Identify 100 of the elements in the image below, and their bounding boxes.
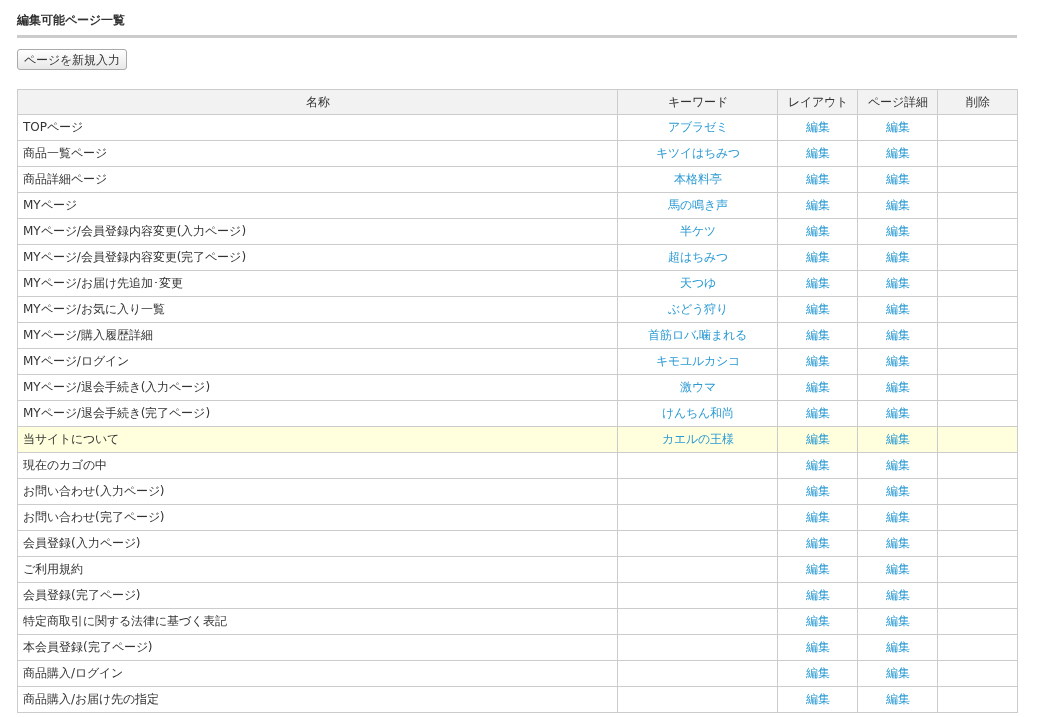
column-header: 名称 [17,89,618,115]
detail-edit-link[interactable]: 編集 [885,250,910,264]
table-row[interactable]: TOPページ アブラゼミ 編集 編集 [17,114,1018,141]
keyword-link[interactable]: ぶどう狩り [667,302,728,316]
detail-edit-link[interactable]: 編集 [885,354,910,368]
layout-edit-link[interactable]: 編集 [805,640,830,654]
page-name-cell: 当サイトについて [17,426,618,453]
page-title: 編集可能ページ一覧 [17,10,1017,38]
detail-edit-link[interactable]: 編集 [885,536,910,550]
page-name-cell: MYページ/退会手続き(完了ページ) [17,400,618,427]
page-name-cell: MYページ/会員登録内容変更(完了ページ) [17,244,618,271]
table-row[interactable]: MYページ/お気に入り一覧 ぶどう狩り 編集 編集 [17,296,1018,323]
table-row[interactable]: 商品一覧ページ キツイはちみつ 編集 編集 [17,140,1018,167]
page-name-cell: MYページ/お気に入り一覧 [17,296,618,323]
page-name-cell: MYページ/ログイン [17,348,618,375]
table-row[interactable]: 商品購入/お届け先の指定 編集 編集 [17,686,1018,713]
detail-edit-link[interactable]: 編集 [885,666,910,680]
layout-edit-link[interactable]: 編集 [805,328,830,342]
layout-edit-link[interactable]: 編集 [805,198,830,212]
keyword-link[interactable]: 激ウマ [679,380,716,394]
column-header: 削除 [937,89,1018,115]
layout-edit-link[interactable]: 編集 [805,120,830,134]
layout-edit-link[interactable]: 編集 [805,536,830,550]
layout-edit-link[interactable]: 編集 [805,250,830,264]
detail-edit-link[interactable]: 編集 [885,146,910,160]
keyword-link[interactable]: アブラゼミ [667,120,728,134]
new-page-button[interactable]: ページを新規入力 [17,49,127,70]
page-name-cell: 本会員登録(完了ページ) [17,634,618,661]
detail-edit-link[interactable]: 編集 [885,302,910,316]
layout-edit-link[interactable]: 編集 [805,406,830,420]
table-row[interactable]: MYページ/ログイン キモユルカシコ 編集 編集 [17,348,1018,375]
page-name-cell: TOPページ [17,114,618,141]
layout-edit-link[interactable]: 編集 [805,510,830,524]
table-row[interactable]: 特定商取引に関する法律に基づく表記 編集 編集 [17,608,1018,635]
table-row[interactable]: 当サイトについて カエルの王様 編集 編集 [17,426,1018,453]
detail-edit-link[interactable]: 編集 [885,614,910,628]
detail-edit-link[interactable]: 編集 [885,406,910,420]
page-name-cell: 会員登録(入力ページ) [17,530,618,557]
page-name-cell: 現在のカゴの中 [17,452,618,479]
table-row[interactable]: ご利用規約 編集 編集 [17,556,1018,583]
layout-edit-link[interactable]: 編集 [805,276,830,290]
table-row[interactable]: 本会員登録(完了ページ) 編集 編集 [17,634,1018,661]
table-row[interactable]: 商品詳細ページ 本格料亭 編集 編集 [17,166,1018,193]
layout-edit-link[interactable]: 編集 [805,484,830,498]
page-name-cell: お問い合わせ(入力ページ) [17,478,618,505]
keyword-link[interactable]: 半ケツ [679,224,716,238]
table-row[interactable]: 商品購入/ログイン 編集 編集 [17,660,1018,687]
page-name-cell: 特定商取引に関する法律に基づく表記 [17,608,618,635]
table-row[interactable]: MYページ/お届け先追加･変更 天つゆ 編集 編集 [17,270,1018,297]
table-row[interactable]: MYページ/退会手続き(入力ページ) 激ウマ 編集 編集 [17,374,1018,401]
detail-edit-link[interactable]: 編集 [885,432,910,446]
table-row[interactable]: MYページ/退会手続き(完了ページ) けんちん和尚 編集 編集 [17,400,1018,427]
layout-edit-link[interactable]: 編集 [805,432,830,446]
detail-edit-link[interactable]: 編集 [885,380,910,394]
page-name-cell: 商品購入/お届け先の指定 [17,686,618,713]
table-row[interactable]: 会員登録(入力ページ) 編集 編集 [17,530,1018,557]
page-name-cell: MYページ/退会手続き(入力ページ) [17,374,618,401]
detail-edit-link[interactable]: 編集 [885,120,910,134]
layout-edit-link[interactable]: 編集 [805,354,830,368]
keyword-link[interactable]: 天つゆ [679,276,716,290]
layout-edit-link[interactable]: 編集 [805,302,830,316]
table-row[interactable]: お問い合わせ(入力ページ) 編集 編集 [17,478,1018,505]
page-name-cell: MYページ/会員登録内容変更(入力ページ) [17,218,618,245]
keyword-link[interactable]: 本格料亭 [673,172,722,186]
table-row[interactable]: お問い合わせ(完了ページ) 編集 編集 [17,504,1018,531]
layout-edit-link[interactable]: 編集 [805,562,830,576]
detail-edit-link[interactable]: 編集 [885,224,910,238]
page-name-cell: 会員登録(完了ページ) [17,582,618,609]
detail-edit-link[interactable]: 編集 [885,484,910,498]
table-row[interactable]: 現在のカゴの中 編集 編集 [17,452,1018,479]
layout-edit-link[interactable]: 編集 [805,458,830,472]
detail-edit-link[interactable]: 編集 [885,640,910,654]
layout-edit-link[interactable]: 編集 [805,146,830,160]
keyword-link[interactable]: 超はちみつ [667,250,728,264]
page-name-cell: ご利用規約 [17,556,618,583]
detail-edit-link[interactable]: 編集 [885,172,910,186]
detail-edit-link[interactable]: 編集 [885,198,910,212]
table-row[interactable]: MYページ/会員登録内容変更(入力ページ) 半ケツ 編集 編集 [17,218,1018,245]
detail-edit-link[interactable]: 編集 [885,276,910,290]
detail-edit-link[interactable]: 編集 [885,458,910,472]
table-row[interactable]: MYページ 馬の鳴き声 編集 編集 [17,192,1018,219]
detail-edit-link[interactable]: 編集 [885,510,910,524]
table-row[interactable]: MYページ/購入履歴詳細 首筋ロバ,噛まれる 編集 編集 [17,322,1018,349]
layout-edit-link[interactable]: 編集 [805,692,830,706]
layout-edit-link[interactable]: 編集 [805,614,830,628]
detail-edit-link[interactable]: 編集 [885,562,910,576]
layout-edit-link[interactable]: 編集 [805,172,830,186]
detail-edit-link[interactable]: 編集 [885,588,910,602]
layout-edit-link[interactable]: 編集 [805,224,830,238]
column-header: キーワード [617,89,778,115]
table-row[interactable]: 会員登録(完了ページ) 編集 編集 [17,582,1018,609]
layout-edit-link[interactable]: 編集 [805,666,830,680]
detail-edit-link[interactable]: 編集 [885,328,910,342]
keyword-link[interactable]: 馬の鳴き声 [667,198,728,212]
table-row[interactable]: MYページ/会員登録内容変更(完了ページ) 超はちみつ 編集 編集 [17,244,1018,271]
detail-edit-link[interactable]: 編集 [885,692,910,706]
layout-edit-link[interactable]: 編集 [805,588,830,602]
page-name-cell: MYページ [17,192,618,219]
page-name-cell: 商品一覧ページ [17,140,618,167]
layout-edit-link[interactable]: 編集 [805,380,830,394]
